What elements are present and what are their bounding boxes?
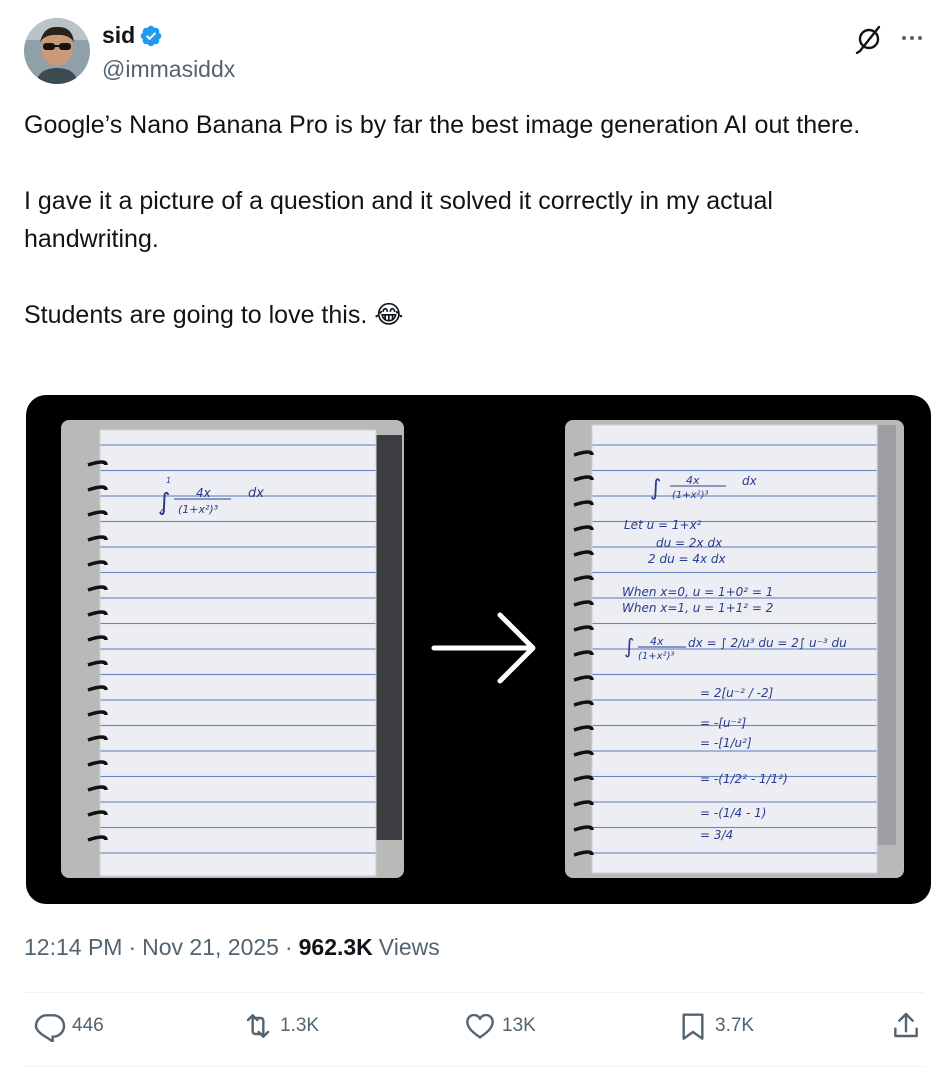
handwriting: 1 bbox=[166, 476, 171, 485]
handwriting: Let u = 1+x² bbox=[624, 518, 702, 532]
handwriting: ∫ bbox=[650, 476, 661, 501]
more-icon[interactable] bbox=[900, 28, 924, 48]
handwriting: = -(1/2² - 1/1²) bbox=[700, 772, 788, 786]
like-count: 13K bbox=[502, 1015, 536, 1036]
handwriting: 4x bbox=[686, 474, 700, 487]
heart-icon bbox=[466, 1013, 494, 1039]
action-bar: 446 1.3K 13K 3.7K bbox=[24, 1010, 924, 1050]
handwriting: = -[1/u²] bbox=[700, 736, 752, 750]
handwriting: = 3/4 bbox=[700, 828, 733, 842]
tweet-text: Google’s Nano Banana Pro is by far the b… bbox=[24, 106, 904, 334]
handwriting: ∫ bbox=[624, 634, 634, 658]
handwriting: 4x bbox=[196, 486, 212, 500]
handwriting: (1+x²)³ bbox=[672, 490, 708, 501]
handwriting: = -(1/4 - 1) bbox=[700, 806, 766, 820]
handwriting: When x=0, u = 1+0² = 1 bbox=[622, 585, 773, 599]
divider bbox=[24, 1066, 924, 1067]
bookmark-button[interactable]: 3.7K bbox=[677, 1010, 754, 1042]
handwriting: 0 bbox=[160, 508, 165, 517]
reply-count: 446 bbox=[72, 1015, 104, 1036]
reply-icon bbox=[34, 1014, 66, 1042]
author-name-row[interactable]: sid bbox=[102, 22, 163, 49]
author-handle[interactable]: @immasiddx bbox=[102, 56, 235, 83]
handwriting: = 2[u⁻² / -2] bbox=[700, 686, 774, 700]
like-button[interactable]: 13K bbox=[464, 1010, 536, 1042]
tweet-paragraph: Google’s Nano Banana Pro is by far the b… bbox=[24, 111, 861, 139]
separator-dot: · bbox=[284, 934, 293, 960]
handwriting: dx bbox=[742, 474, 758, 488]
share-button[interactable] bbox=[890, 1010, 922, 1042]
handwriting: When x=1, u = 1+1² = 2 bbox=[622, 601, 773, 615]
arrow-icon bbox=[431, 612, 536, 684]
handwriting: 4x bbox=[650, 635, 664, 648]
share-icon bbox=[894, 1012, 918, 1038]
views-count: 962.3K bbox=[298, 934, 373, 960]
avatar[interactable] bbox=[24, 18, 90, 84]
tweet-media[interactable]: ∫ 4x (1+x²)³ dx 1 0 ∫ 4x (1+x²)³ dx Let … bbox=[26, 395, 931, 904]
timestamp-row: 12:14 PM · Nov 21, 2025 · 962.3K Views bbox=[24, 934, 440, 961]
grok-icon[interactable] bbox=[854, 24, 884, 54]
bookmark-icon bbox=[682, 1013, 704, 1040]
repost-count: 1.3K bbox=[280, 1015, 320, 1036]
handwriting: (1+x²)³ bbox=[638, 651, 674, 662]
handwriting: du = 2x dx bbox=[656, 536, 723, 550]
divider bbox=[24, 992, 924, 993]
views-label: Views bbox=[378, 934, 440, 960]
handwriting: dx = ∫ 2/u³ du = 2∫ u⁻³ du bbox=[688, 636, 847, 650]
reply-button[interactable]: 446 bbox=[34, 1010, 104, 1042]
repost-button[interactable]: 1.3K bbox=[242, 1010, 319, 1042]
tweet-paragraph: I gave it a picture of a question and it… bbox=[24, 187, 780, 253]
tweet-paragraph: Students are going to love this. 😂 bbox=[24, 301, 404, 329]
tweet-time[interactable]: 12:14 PM bbox=[24, 934, 122, 961]
bookmark-count: 3.7K bbox=[715, 1015, 755, 1036]
handwriting: (1+x²)³ bbox=[178, 503, 219, 516]
tweet-date[interactable]: Nov 21, 2025 bbox=[142, 934, 279, 961]
repost-icon bbox=[246, 1014, 270, 1038]
handwriting: dx bbox=[248, 486, 264, 501]
verified-badge-icon bbox=[140, 25, 162, 46]
right-notebook-photo: ∫ 4x (1+x²)³ dx Let u = 1+x² du = 2x dx … bbox=[565, 420, 904, 878]
handwriting: 2 du = 4x dx bbox=[648, 552, 727, 566]
display-name[interactable]: sid bbox=[102, 22, 135, 49]
tweet-header: sid @immasiddx bbox=[24, 18, 924, 84]
separator-dot: · bbox=[128, 934, 137, 960]
left-notebook-photo: ∫ 4x (1+x²)³ dx 1 0 bbox=[61, 420, 404, 878]
handwriting: = -[u⁻²] bbox=[700, 716, 747, 730]
